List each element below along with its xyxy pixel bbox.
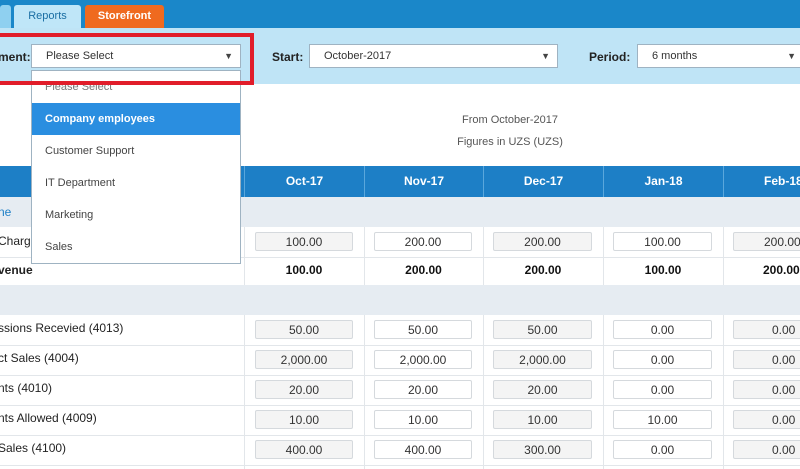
tab-storefront[interactable]: Storefront: [85, 5, 164, 28]
row-label: ssions Recevied (4013): [0, 321, 124, 335]
table-row: Sales (4100) 400.00 400.00 300.00 0.00 0…: [0, 435, 800, 466]
tab-reports[interactable]: Reports: [14, 5, 81, 28]
total-value: 200.00: [524, 263, 562, 277]
value-input[interactable]: 0.00: [733, 440, 800, 459]
dropdown-option-sales[interactable]: Sales: [32, 231, 240, 263]
value-input[interactable]: 200.00: [733, 232, 800, 251]
column-header: Nov-17: [364, 166, 483, 197]
period-select[interactable]: 6 months ▼: [637, 44, 800, 68]
value-input[interactable]: 10.00: [613, 410, 712, 429]
table-row: ct Sales (4004) 2,000.00 2,000.00 2,000.…: [0, 345, 800, 376]
start-select[interactable]: October-2017 ▼: [309, 44, 558, 68]
table-row: nts (4010) 20.00 20.00 20.00 0.00 0.00: [0, 375, 800, 406]
tab-previous[interactable]: [0, 5, 11, 28]
value-input[interactable]: 10.00: [255, 410, 353, 429]
column-header: Dec-17: [483, 166, 603, 197]
department-dropdown-list: Please Select Company employees Customer…: [31, 70, 241, 264]
section-header-expenses: [0, 285, 800, 315]
value-input[interactable]: 0.00: [733, 320, 800, 339]
start-label: Start:: [272, 50, 304, 64]
value-input[interactable]: 0.00: [613, 380, 712, 399]
row-label: venue: [0, 263, 33, 277]
value-input[interactable]: 400.00: [255, 440, 353, 459]
dropdown-option-company-employees[interactable]: Company employees: [32, 103, 240, 135]
dropdown-option-marketing[interactable]: Marketing: [32, 199, 240, 231]
value-input[interactable]: 10.00: [493, 410, 592, 429]
value-input[interactable]: 400.00: [374, 440, 472, 459]
chevron-down-icon: ▼: [787, 51, 796, 61]
row-label: nts (4010): [0, 381, 53, 395]
start-select-value: October-2017: [324, 50, 392, 62]
report-date-range: From October-2017: [462, 114, 558, 126]
total-value: 200.00: [405, 263, 442, 277]
value-input[interactable]: 2,000.00: [493, 350, 592, 369]
value-input[interactable]: 50.00: [374, 320, 472, 339]
row-label: Sales (4100): [0, 441, 67, 455]
column-header: Oct-17: [244, 166, 364, 197]
total-value: 200.00: [763, 263, 800, 277]
value-input[interactable]: 0.00: [613, 320, 712, 339]
section-title: ne: [0, 205, 12, 219]
value-input[interactable]: 300.00: [493, 440, 592, 459]
chevron-down-icon: ▼: [541, 51, 550, 61]
value-input[interactable]: 0.00: [733, 350, 800, 369]
value-input[interactable]: 0.00: [733, 410, 800, 429]
value-input[interactable]: 0.00: [733, 380, 800, 399]
table-row: nts Allowed (4009) 10.00 10.00 10.00 10.…: [0, 405, 800, 436]
value-input[interactable]: 10.00: [374, 410, 472, 429]
dropdown-option-it-department[interactable]: IT Department: [32, 167, 240, 199]
dropdown-option-customer-support[interactable]: Customer Support: [32, 135, 240, 167]
value-input[interactable]: 2,000.00: [255, 350, 353, 369]
value-input[interactable]: 50.00: [255, 320, 353, 339]
value-input[interactable]: 0.00: [613, 440, 712, 459]
total-value: 100.00: [644, 263, 682, 277]
column-header: Jan-18: [603, 166, 723, 197]
value-input[interactable]: 20.00: [374, 380, 472, 399]
row-label: Charg: [0, 234, 31, 248]
row-label: ct Sales (4004): [0, 351, 79, 365]
value-input[interactable]: 20.00: [255, 380, 353, 399]
value-input[interactable]: 0.00: [613, 350, 712, 369]
report-currency: Figures in UZS (UZS): [457, 136, 563, 148]
period-label: Period:: [589, 50, 631, 64]
value-input[interactable]: 50.00: [493, 320, 592, 339]
value-input[interactable]: 20.00: [493, 380, 592, 399]
row-label: nts Allowed (4009): [0, 411, 97, 425]
value-input[interactable]: 200.00: [374, 232, 472, 251]
value-input[interactable]: 100.00: [255, 232, 353, 251]
value-input[interactable]: 100.00: [613, 232, 712, 251]
total-value: 100.00: [285, 263, 323, 277]
value-input[interactable]: 200.00: [493, 232, 592, 251]
period-select-value: 6 months: [652, 50, 698, 62]
value-input[interactable]: 2,000.00: [374, 350, 472, 369]
highlight-box: [0, 33, 254, 85]
column-header: Feb-18: [723, 166, 800, 197]
table-row: ssions Recevied (4013) 50.00 50.00 50.00…: [0, 315, 800, 346]
